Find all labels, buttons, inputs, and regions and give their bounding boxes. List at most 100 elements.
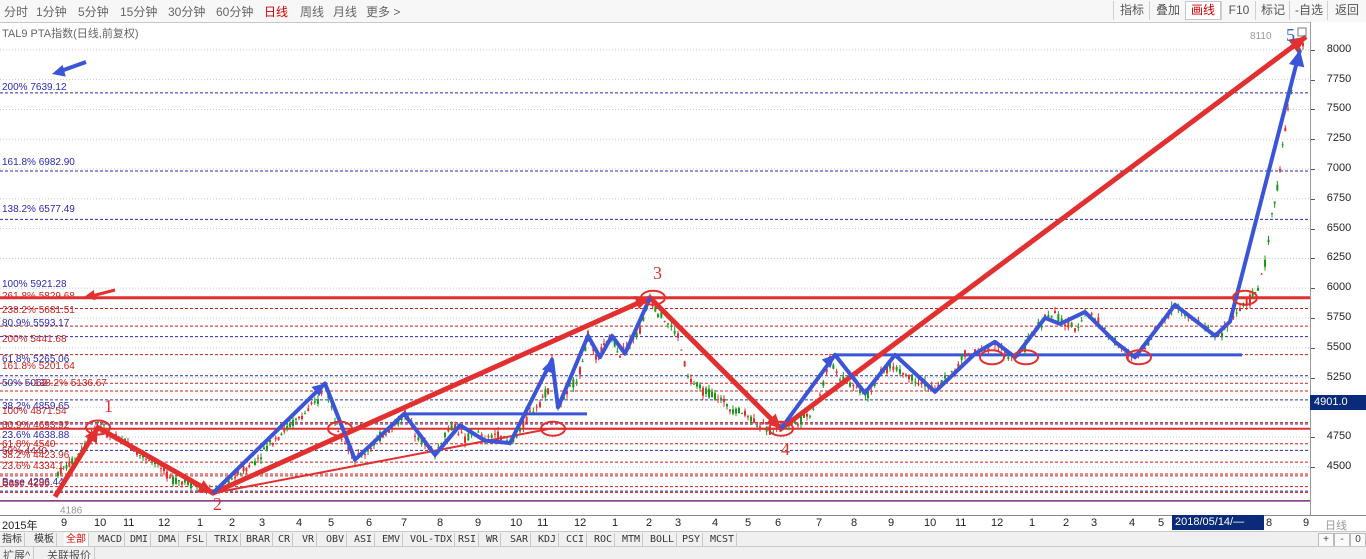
candle-body (539, 402, 541, 408)
candle-body (822, 381, 825, 386)
bottom-tab-0[interactable]: 扩展^ (0, 547, 35, 559)
candle-body (68, 461, 71, 467)
candle-body (139, 455, 141, 457)
indicator-tab-22[interactable]: BOLL (648, 533, 678, 546)
indicator-tab-19[interactable]: CCI (564, 533, 588, 546)
price-tick-4: 5500 (1326, 340, 1352, 353)
candle-body (178, 480, 180, 482)
candle-body (148, 460, 150, 462)
date-axis: 2015年 9 10 11 12 1 2 3 4 5 6 7 8 9 10 11 12 1 2 3 4 5 6 7 8 9 10 11… (0, 515, 1366, 532)
date-label-9: 5 (328, 517, 335, 529)
date-label-25: 9 (888, 517, 895, 529)
indicator-tab-7[interactable]: TRIX (212, 533, 242, 546)
fib-label-5: 238.2% 5681.51 (2, 305, 75, 316)
candle-body (307, 408, 310, 412)
candle-body (892, 366, 895, 370)
indicator-tab-5[interactable]: DMA (156, 533, 180, 546)
indicator-tab-3[interactable]: MACD (96, 533, 126, 546)
candle-body (283, 427, 286, 432)
price-tick-0: 4500 (1326, 459, 1352, 472)
candle-body (370, 447, 372, 450)
indicator-tab-14[interactable]: VOL-TDX (408, 533, 456, 546)
candle-body (1074, 328, 1076, 332)
candle-body (242, 466, 245, 471)
candle-body (687, 375, 689, 377)
price-tick-6: 6000 (1326, 281, 1352, 294)
indicator-tab-23[interactable]: PSY (680, 533, 704, 546)
price-tick-7: 6250 (1326, 251, 1352, 264)
date-label-16: 12 (574, 517, 587, 529)
candle-body (960, 354, 963, 360)
wave-label-0: 1 (104, 396, 113, 416)
candle-body (1064, 324, 1066, 327)
zoom-button-1[interactable]: - (1334, 533, 1350, 547)
indicator-tab-18[interactable]: KDJ (536, 533, 560, 546)
price-tick-14: 8000 (1326, 42, 1352, 55)
indicator-tab-10[interactable]: VR (300, 533, 318, 546)
candle-body (529, 410, 531, 412)
candle-body (870, 390, 873, 392)
indicator-tab-11[interactable]: OBV (324, 533, 348, 546)
indicator-tab-12[interactable]: ASI (352, 533, 376, 546)
indicator-tab-16[interactable]: WR (484, 533, 502, 546)
indicator-tab-20[interactable]: ROC (592, 533, 616, 546)
candle-body (852, 384, 855, 387)
wave-label-2: 3 (653, 263, 662, 283)
indicator-tab-4[interactable]: DMI (128, 533, 152, 546)
red-wave-0 (52, 34, 1308, 498)
candle-body (1271, 212, 1273, 214)
price-tick-11: 7250 (1326, 132, 1352, 145)
candle-body (1070, 322, 1073, 326)
candle-body (417, 437, 420, 441)
candle-body (230, 478, 233, 480)
indicator-tab-8[interactable]: BRAR (244, 533, 274, 546)
date-label-8: 4 (296, 517, 303, 529)
date-label-28: 12 (991, 517, 1004, 529)
candle-body (260, 457, 262, 460)
date-label-14: 10 (510, 517, 523, 529)
candle-body (964, 350, 966, 357)
candle-body (145, 458, 147, 460)
candle-body (464, 436, 466, 443)
pivot-circle-5 (979, 349, 1005, 366)
fib-label-0: 200% 7639.12 (2, 82, 67, 93)
fib-label-1: 161.8% 6982.90 (2, 157, 75, 168)
candle-body (699, 384, 701, 389)
indicator-tab-6[interactable]: FSL (184, 533, 208, 546)
candle-body (298, 416, 300, 419)
date-label-27: 11 (955, 517, 967, 529)
candle-body (663, 320, 666, 322)
indicator-tab-1[interactable]: 模板 (32, 533, 57, 546)
price-tick-13: 7750 (1326, 72, 1352, 85)
indicator-tab-24[interactable]: MCST (708, 533, 738, 546)
bottom-tab-1[interactable]: 关联报价 (44, 547, 95, 559)
candle-body (166, 471, 168, 479)
candle-body (175, 477, 177, 484)
candle-body (619, 356, 621, 358)
fib-label-7: 200% 5441.68 (2, 334, 67, 345)
candle-body (839, 379, 841, 381)
indicator-tab-0[interactable]: 指标 (0, 533, 25, 546)
indicator-tab-15[interactable]: RSI (456, 533, 480, 546)
indicator-tab-17[interactable]: SAR (508, 533, 532, 546)
candle-body (286, 425, 289, 430)
restore-icon (1297, 27, 1307, 37)
zoom-button-0[interactable]: + (1318, 533, 1334, 547)
indicator-tab-21[interactable]: MTM (620, 533, 644, 546)
date-label-12: 8 (437, 517, 444, 529)
candle-body (1273, 201, 1276, 204)
zoom-button-2[interactable]: 0 (1350, 533, 1366, 547)
indicator-tab-2[interactable]: 全部 (64, 533, 89, 546)
candle-body (477, 431, 480, 433)
candle-body (251, 461, 254, 464)
candle-body (292, 419, 294, 426)
indicator-tab-13[interactable]: EMV (380, 533, 404, 546)
price-chart[interactable]: 200% 7639.12 161.8% 6982.90 138.2% 6577.49… (0, 0, 1366, 558)
candle-body (741, 412, 743, 414)
candle-body (1077, 326, 1080, 328)
wave-label-4: 5 (1286, 25, 1295, 45)
candle-body (248, 465, 251, 468)
candle-body (702, 387, 704, 396)
candle-body (753, 418, 755, 423)
indicator-tab-9[interactable]: CR (276, 533, 294, 546)
